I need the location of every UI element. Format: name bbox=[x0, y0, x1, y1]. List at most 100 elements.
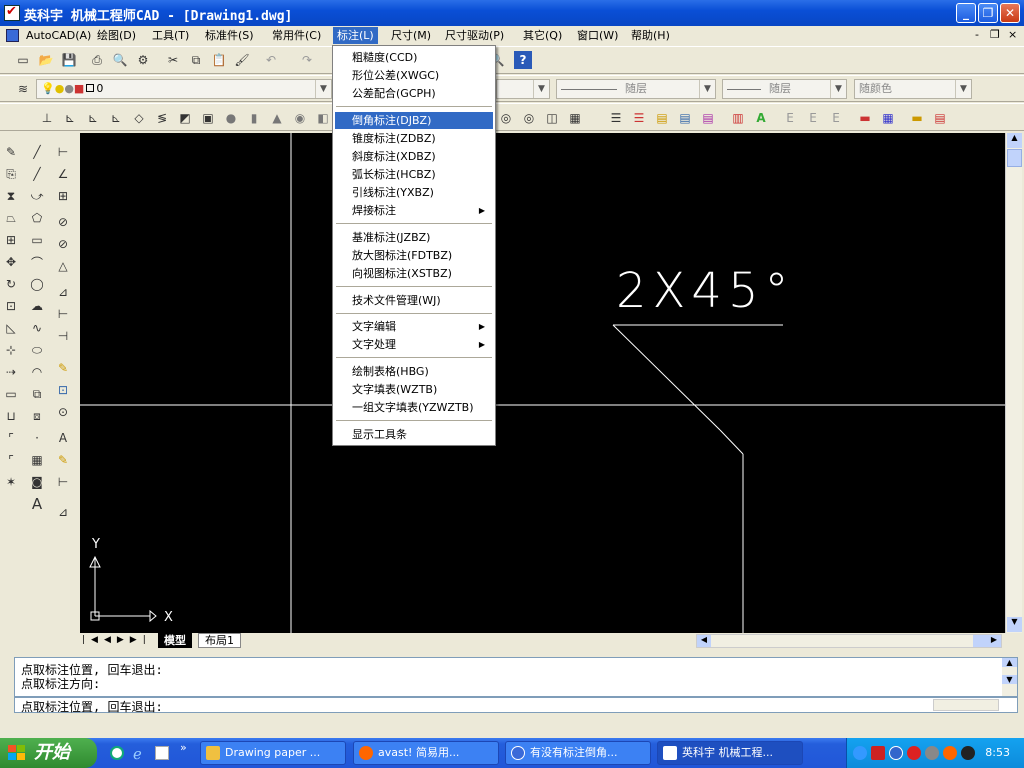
publish-icon[interactable]: ⚙ bbox=[134, 51, 152, 69]
scroll-up-icon[interactable]: ▲ bbox=[1007, 133, 1022, 148]
menu-item-tolerance-fit[interactable]: 公差配合(GCPH) bbox=[335, 85, 493, 102]
menu-item-geometric-tolerance[interactable]: 形位公差(XWGC) bbox=[335, 67, 493, 84]
taskbar-btn-drawing-paper[interactable]: Drawing paper ... bbox=[200, 741, 346, 765]
chamfer-annotation[interactable]: 2X45° bbox=[616, 263, 795, 319]
menu-dimension[interactable]: 尺寸(M) bbox=[387, 27, 435, 44]
layer-manager-icon[interactable]: ▬ bbox=[908, 109, 926, 127]
layer-list-icon[interactable]: ▤ bbox=[931, 109, 949, 127]
stretch-icon[interactable]: ◺ bbox=[2, 319, 20, 337]
new-file-icon[interactable]: ▭ bbox=[14, 51, 32, 69]
dim-text-icon[interactable]: A bbox=[54, 429, 72, 447]
menu-item-text-process[interactable]: 文字处理 ▶ bbox=[335, 336, 493, 353]
menu-item-direction-view-dim[interactable]: 向视图标注(XSTBZ) bbox=[335, 265, 493, 282]
box-icon[interactable]: ▣ bbox=[199, 109, 217, 127]
point-icon[interactable]: · bbox=[28, 429, 46, 447]
fillet-icon[interactable]: ⌜ bbox=[2, 451, 20, 469]
text-a-icon[interactable]: A bbox=[752, 109, 770, 127]
edit-e3-icon[interactable]: E bbox=[827, 109, 845, 127]
menu-item-show-toolbar[interactable]: 显示工具条 bbox=[335, 426, 493, 443]
chevron-down-icon[interactable]: ▼ bbox=[955, 80, 971, 98]
taskbar-btn-browser[interactable]: 有没有标注倒角... bbox=[505, 741, 651, 765]
edit-e-icon[interactable]: E bbox=[781, 109, 799, 127]
start-button[interactable]: 开始 bbox=[0, 738, 97, 768]
table-col-icon[interactable]: ☰ bbox=[630, 109, 648, 127]
undo-icon[interactable]: ↶ bbox=[262, 51, 280, 69]
save-icon[interactable]: 💾 bbox=[60, 51, 78, 69]
menu-item-text-edit[interactable]: 文字编辑 ▶ bbox=[335, 318, 493, 335]
doc-icon[interactable] bbox=[6, 29, 19, 42]
command-hscroll[interactable] bbox=[933, 699, 999, 711]
dim-continue-icon[interactable]: ⊿ bbox=[54, 283, 72, 301]
chevron-down-icon[interactable]: ▼ bbox=[830, 80, 846, 98]
polyline-icon[interactable]: ⤻ bbox=[28, 187, 46, 205]
scroll-thumb[interactable] bbox=[1007, 149, 1022, 167]
redo-icon[interactable]: ↷ bbox=[298, 51, 316, 69]
mdi-close-button[interactable]: × bbox=[1008, 28, 1017, 41]
copy-object-icon[interactable]: ⎘ bbox=[2, 165, 20, 183]
ellipse-icon[interactable]: ⬭ bbox=[28, 341, 46, 359]
menu-item-slope-dim[interactable]: 斜度标注(XDBZ) bbox=[335, 148, 493, 165]
circle-icon[interactable]: ◯ bbox=[28, 275, 46, 293]
menu-item-enlarged-view-dim[interactable]: 放大图标注(FDTBZ) bbox=[335, 247, 493, 264]
ie-icon[interactable]: ℯ bbox=[133, 745, 142, 763]
close-button[interactable]: ✕ bbox=[1000, 3, 1020, 23]
color-combo-partial[interactable]: ▼ bbox=[496, 79, 550, 99]
menu-window[interactable]: 窗口(W) bbox=[573, 27, 622, 44]
match-properties-icon[interactable]: 🖌 bbox=[233, 51, 251, 69]
chevron-down-icon[interactable]: ▼ bbox=[315, 80, 331, 98]
tray-bug-icon[interactable] bbox=[961, 746, 975, 760]
scroll-down-icon[interactable]: ▼ bbox=[1002, 675, 1017, 684]
desktop-icon[interactable] bbox=[155, 746, 169, 760]
print-icon[interactable]: ⎙ bbox=[88, 51, 106, 69]
intersect-icon[interactable]: ◫ bbox=[543, 109, 561, 127]
menu-item-group-text-fill[interactable]: 一组文字填表(YZWZTB) bbox=[335, 399, 493, 416]
scroll-thumb-h[interactable] bbox=[973, 635, 987, 647]
make-block-icon[interactable]: ⧈ bbox=[28, 407, 46, 425]
spline-icon[interactable]: ∿ bbox=[28, 319, 46, 337]
diamond-icon[interactable]: ◇ bbox=[130, 109, 148, 127]
dim-aligned-icon[interactable]: ⊾ bbox=[61, 109, 79, 127]
tray-network-icon[interactable] bbox=[925, 746, 939, 760]
taskbar-btn-cad[interactable]: 英科宇 机械工程... bbox=[657, 741, 803, 765]
mdi-minimize-button[interactable]: - bbox=[975, 28, 979, 41]
scroll-left-icon[interactable]: ◀ bbox=[697, 635, 711, 647]
sphere-icon[interactable]: ● bbox=[222, 109, 240, 127]
tab-layout1[interactable]: 布局1 bbox=[198, 633, 241, 648]
restore-button[interactable]: ❐ bbox=[978, 3, 998, 23]
menu-item-tech-doc-manager[interactable]: 技术文件管理(WJ) bbox=[335, 292, 493, 309]
trim-icon[interactable]: ⊹ bbox=[2, 341, 20, 359]
tab-nav-icons[interactable]: |◀◀▶▶| bbox=[82, 635, 152, 645]
menu-item-text-fill-table[interactable]: 文字填表(WZTB) bbox=[335, 381, 493, 398]
mirror-icon[interactable]: ⧗ bbox=[2, 187, 20, 205]
dim-center-icon[interactable]: ⊙ bbox=[54, 403, 72, 421]
line-icon[interactable]: ╱ bbox=[28, 143, 46, 161]
slice-icon[interactable]: ▦ bbox=[566, 109, 584, 127]
table-cell-icon[interactable]: ▤ bbox=[653, 109, 671, 127]
menu-draw[interactable]: 绘图(D) bbox=[93, 27, 140, 44]
mtext-icon[interactable]: A bbox=[28, 495, 46, 513]
join-icon[interactable]: ⊔ bbox=[2, 407, 20, 425]
chevron-down-icon[interactable]: ▼ bbox=[533, 80, 549, 98]
menu-item-roughness[interactable]: 粗糙度(CCD) bbox=[335, 49, 493, 66]
tray-arrow-icon[interactable] bbox=[853, 746, 867, 760]
dim-oblique-icon[interactable]: ⊿ bbox=[54, 503, 72, 521]
table-row-icon[interactable]: ☰ bbox=[607, 109, 625, 127]
union-icon[interactable]: ◎ bbox=[497, 109, 515, 127]
chevron-down-icon[interactable]: ▼ bbox=[699, 80, 715, 98]
menu-annotate[interactable]: 标注(L) bbox=[333, 27, 378, 44]
taskbar-btn-avast[interactable]: avast! 简易用... bbox=[353, 741, 499, 765]
menu-item-weld-dim[interactable]: 焊接标注 ▶ bbox=[335, 202, 493, 219]
tab-model[interactable]: 模型 bbox=[158, 633, 192, 648]
rotate-icon[interactable]: ↻ bbox=[2, 275, 20, 293]
region-draw-icon[interactable]: ◙ bbox=[28, 473, 46, 491]
break-icon[interactable]: ▭ bbox=[2, 385, 20, 403]
move-icon[interactable]: ✥ bbox=[2, 253, 20, 271]
menu-autocad[interactable]: AutoCAD(A) bbox=[22, 27, 95, 44]
menu-other[interactable]: 其它(Q) bbox=[519, 27, 566, 44]
dim-leader-icon[interactable]: ✎ bbox=[54, 451, 72, 469]
scroll-right-icon[interactable]: ▶ bbox=[987, 635, 1001, 647]
app-icon[interactable] bbox=[4, 4, 20, 21]
menu-item-arc-length-dim[interactable]: 弧长标注(HCBZ) bbox=[335, 166, 493, 183]
insert-block-icon[interactable]: ⧉ bbox=[28, 385, 46, 403]
table-icon[interactable]: ▤ bbox=[676, 109, 694, 127]
